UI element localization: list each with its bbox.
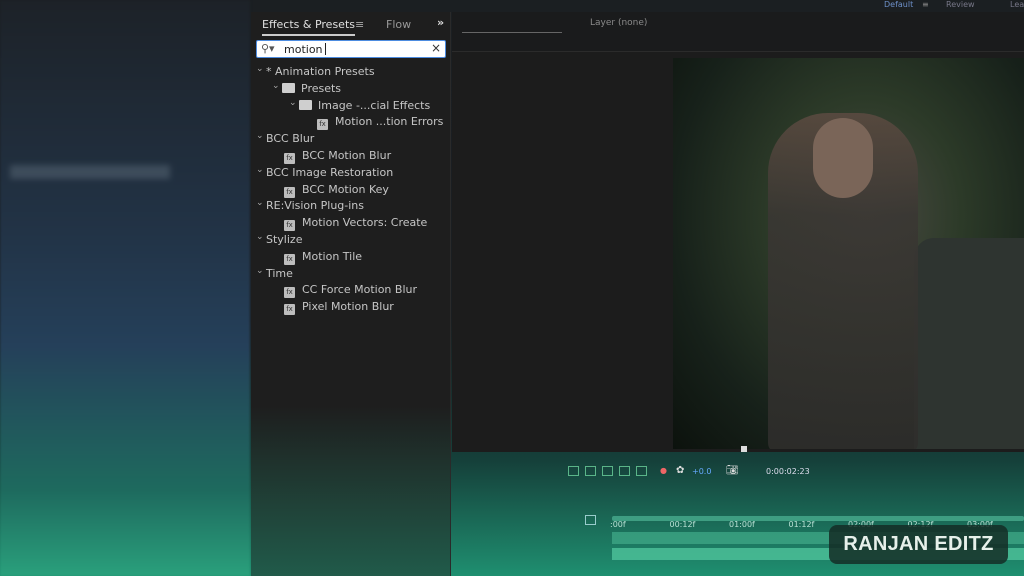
tree-item-label: BCC Motion Blur bbox=[302, 149, 392, 162]
tree-item-label: * Animation Presets bbox=[266, 65, 375, 78]
region-icon[interactable] bbox=[568, 466, 579, 476]
effect-icon: fx bbox=[284, 186, 295, 198]
chevron-down-icon[interactable]: ⌄ bbox=[256, 229, 264, 245]
tree-item-label: CC Force Motion Blur bbox=[302, 283, 418, 297]
tree-item[interactable]: fx Motion ...tion Errors bbox=[317, 114, 444, 131]
tree-item-label: Stylize bbox=[266, 233, 303, 246]
time-ruler-tick: 01:00f bbox=[729, 520, 755, 529]
tree-item-label: BCC Image Restoration bbox=[266, 165, 394, 179]
tab-flow[interactable]: Flow bbox=[386, 18, 411, 31]
effect-icon: fx bbox=[284, 253, 295, 265]
exposure-icon[interactable]: ✿ bbox=[676, 465, 684, 476]
tree-item-label: Motion ...tion Errors bbox=[335, 115, 444, 129]
search-input[interactable]: ⚲▾ motion × bbox=[256, 40, 446, 58]
chevron-down-icon[interactable]: ⌄ bbox=[256, 263, 264, 279]
tree-item-label: Pixel Motion Blur bbox=[302, 300, 394, 314]
tree-item[interactable]: fx BCC Motion Key bbox=[284, 182, 389, 198]
blurred-project-panel bbox=[0, 0, 250, 576]
hamburger-icon[interactable]: ≡ bbox=[922, 0, 929, 9]
tree-item-label: Image -...cial Effects bbox=[318, 98, 431, 112]
effects-presets-panel: Effects & Presets ≡ Flow » ⚲▾ motion × ⌄… bbox=[251, 12, 451, 576]
time-ruler-tick: 01:12f bbox=[788, 520, 815, 529]
time-ruler-tick: :00f bbox=[610, 520, 626, 529]
effect-icon: fx bbox=[284, 220, 295, 232]
tree-item[interactable]: fx Motion Tile bbox=[284, 249, 362, 265]
tree-item[interactable]: fx Motion Vectors: Create bbox=[284, 215, 428, 232]
tree-item[interactable]: ⌄ * Animation Presets bbox=[256, 64, 375, 80]
tree-item[interactable]: fx Pixel Motion Blur bbox=[284, 299, 394, 316]
tree-item-label: Motion Vectors: Create bbox=[302, 216, 428, 230]
effect-icon: fx bbox=[284, 153, 295, 164]
tree-item[interactable]: ⌄ Time bbox=[256, 266, 293, 282]
composition-header: Layer (none) bbox=[452, 12, 1024, 52]
tree-item-label: Time bbox=[266, 266, 293, 280]
tree-item[interactable]: ⌄ BCC Image Restoration bbox=[256, 165, 394, 181]
search-icon: ⚲▾ bbox=[261, 42, 275, 55]
transparency-grid-icon[interactable] bbox=[585, 466, 596, 476]
chevron-down-icon[interactable]: ⌄ bbox=[256, 61, 264, 77]
tree-item[interactable]: ⌄ BCC Blur bbox=[256, 131, 315, 147]
layer-label[interactable]: Layer (none) bbox=[590, 18, 647, 28]
exposure-value[interactable]: +0.0 bbox=[692, 467, 711, 476]
chevron-down-icon[interactable]: ⌄ bbox=[256, 162, 264, 178]
effect-icon: fx bbox=[317, 119, 328, 131]
tree-item[interactable]: ⌄ Stylize bbox=[256, 232, 303, 248]
tree-item[interactable]: ⌄ RE:Vision Plug-ins bbox=[256, 198, 364, 214]
tree-item-label: RE:Vision Plug-ins bbox=[266, 199, 364, 213]
more-tabs-icon[interactable]: » bbox=[437, 16, 444, 29]
panel-menu-icon[interactable]: ≡ bbox=[355, 18, 364, 31]
clear-search-icon[interactable]: × bbox=[431, 41, 441, 55]
timecode[interactable]: 0:00:02:23 bbox=[766, 467, 810, 476]
snapshot-region-icon[interactable] bbox=[636, 466, 647, 476]
camera-icon[interactable]: 📷︎ bbox=[726, 465, 739, 476]
tree-item[interactable]: fx BCC Motion Blur bbox=[284, 148, 391, 164]
tree-item-label: Presets bbox=[301, 81, 342, 95]
time-ruler-tick: 00:12f bbox=[669, 520, 696, 529]
effect-icon: fx bbox=[284, 287, 295, 299]
mask-icon[interactable] bbox=[602, 466, 613, 476]
search-value: motion bbox=[284, 43, 323, 56]
folder-icon bbox=[299, 99, 312, 110]
watermark: RANJAN EDITZ bbox=[829, 525, 1008, 564]
guides-icon[interactable] bbox=[619, 466, 630, 476]
color-channels-icon[interactable]: ● bbox=[660, 466, 667, 475]
chevron-down-icon[interactable]: ⌄ bbox=[272, 78, 280, 94]
workspace-review[interactable]: Review bbox=[946, 0, 975, 9]
workspace-learn[interactable]: Lea bbox=[1010, 0, 1024, 9]
chevron-down-icon[interactable]: ⌄ bbox=[289, 95, 297, 111]
workspace-default[interactable]: Default bbox=[884, 0, 913, 9]
playhead-handle[interactable] bbox=[741, 446, 747, 452]
folder-icon bbox=[282, 82, 295, 93]
comp-flowchart-icon[interactable] bbox=[585, 515, 596, 525]
tree-item[interactable]: fx CC Force Motion Blur bbox=[284, 282, 418, 299]
effect-icon: fx bbox=[284, 304, 295, 316]
tree-item-label: BCC Motion Key bbox=[302, 182, 389, 196]
chevron-down-icon[interactable]: ⌄ bbox=[256, 195, 264, 211]
video-frame bbox=[673, 58, 1024, 449]
tree-item-label: Motion Tile bbox=[302, 249, 363, 263]
tree-item-label: BCC Blur bbox=[266, 132, 315, 146]
tab-effects-presets[interactable]: Effects & Presets bbox=[262, 18, 355, 36]
chevron-down-icon[interactable]: ⌄ bbox=[256, 128, 264, 144]
tree-item[interactable]: ⌄ Image -...cial Effects bbox=[289, 98, 431, 114]
